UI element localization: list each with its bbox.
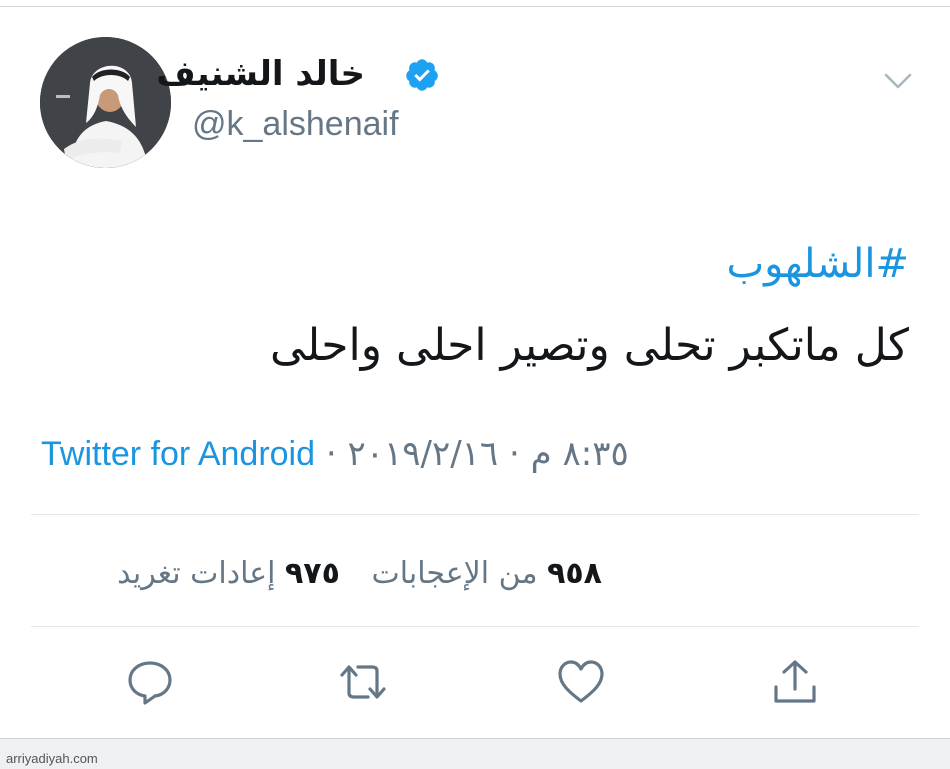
retweets-count: ٩٧٥ (285, 556, 340, 591)
display-name[interactable]: خالد الشنيف (156, 50, 365, 98)
watermark: arriyadiyah.com (6, 751, 98, 766)
tweet-text: كل ماتكبر تحلى وتصير احلى واحلى (270, 320, 909, 371)
verified-badge-icon (406, 59, 438, 91)
tweet-meta: Twitter for Android · ٨:٣٥ م · ٢٠١٩/٢/١٦ (41, 430, 629, 478)
heart-icon[interactable] (556, 657, 606, 707)
tweet-stats: ٩٥٨ من الإعجابات ٩٧٥ إعادات تغريد (117, 550, 602, 598)
share-icon[interactable] (770, 657, 820, 707)
avatar[interactable] (40, 37, 171, 168)
likes-stat[interactable]: ٩٥٨ من الإعجابات (371, 550, 602, 598)
retweets-label: إعادات تغريد (117, 556, 276, 591)
retweet-icon[interactable] (338, 657, 388, 707)
reply-icon[interactable] (125, 657, 175, 707)
meta-separator: · (325, 434, 337, 474)
retweets-stat[interactable]: ٩٧٥ إعادات تغريد (117, 550, 340, 598)
divider (31, 626, 919, 627)
tweet-timestamp[interactable]: ٨:٣٥ م · ٢٠١٩/٢/١٦ (347, 434, 628, 474)
top-divider (0, 6, 950, 7)
source-link[interactable]: Twitter for Android (41, 435, 315, 473)
divider (31, 514, 919, 515)
hashtag-link[interactable]: #الشلهوب (727, 236, 910, 292)
likes-count: ٩٥٨ (547, 556, 602, 591)
handle[interactable]: @k_alshenaif (192, 102, 399, 146)
footer-bar (0, 738, 950, 769)
likes-label: من الإعجابات (371, 556, 538, 591)
chevron-down-icon[interactable] (882, 70, 914, 92)
